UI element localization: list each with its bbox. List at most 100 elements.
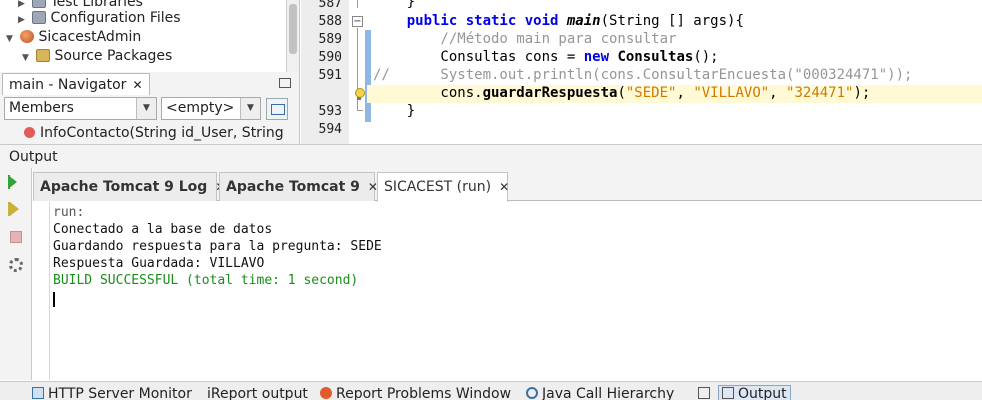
code-line: } xyxy=(373,0,415,10)
code-text: cons. xyxy=(373,85,483,101)
method-name: guardarRespuesta xyxy=(482,85,618,101)
tree-item-configuration-files[interactable]: ▶ Configuration Files xyxy=(18,9,181,28)
comment-text: //Método main para consultar xyxy=(373,31,677,47)
collapse-arrow-icon[interactable]: ▼ xyxy=(22,49,32,68)
code-editor[interactable]: − 587 588 589 590 591 593 594 } public s… xyxy=(301,0,982,144)
tab-label: Report Problems Window xyxy=(336,386,512,400)
code-line: cons.guardarRespuesta("SEDE", "VILLAVO",… xyxy=(373,85,870,101)
build-status-line: BUILD SUCCESSFUL (total time: 1 second) xyxy=(53,273,359,288)
chevron-down-icon[interactable]: ▼ xyxy=(136,98,156,119)
code-text: (String [] args){ xyxy=(600,13,744,29)
text-caret xyxy=(53,292,55,307)
code-text: ( xyxy=(617,85,626,101)
fold-line xyxy=(357,0,358,8)
tab-label: iReport output xyxy=(207,386,308,400)
output-icon xyxy=(722,387,734,399)
string-literal: "324471" xyxy=(786,85,854,101)
tab-label: Apache Tomcat 9 xyxy=(226,179,360,195)
tab-java-call-hierarchy[interactable]: Java Call Hierarchy xyxy=(526,386,674,400)
call-hierarchy-icon xyxy=(526,387,538,399)
fold-toggle-icon[interactable]: − xyxy=(352,16,363,27)
tree-item-label: Source Packages xyxy=(54,48,173,64)
console-line: Respuesta Guardada: VILLAVO xyxy=(53,256,265,271)
navigator-tab-label: main - Navigator xyxy=(9,77,127,93)
console-output[interactable]: run: Conectado a la base de datos Guarda… xyxy=(50,202,982,380)
tab-label: HTTP Server Monitor xyxy=(48,386,192,400)
http-monitor-icon xyxy=(32,387,44,399)
problems-icon xyxy=(320,387,332,399)
code-line: Consultas cons = new Consultas(); xyxy=(373,49,719,65)
tab-label: Apache Tomcat 9 Log xyxy=(40,179,208,195)
console-line: run: xyxy=(53,205,85,220)
method-icon xyxy=(24,127,35,138)
tree-scrollbar[interactable] xyxy=(286,0,299,72)
source-packages-icon xyxy=(36,49,51,62)
package-icon xyxy=(32,0,47,8)
tree-item-label: SicacestAdmin xyxy=(38,29,142,45)
rerun-with-params-button[interactable] xyxy=(8,201,24,217)
tree-item-source-packages[interactable]: ▼ Source Packages xyxy=(22,47,172,66)
rerun-params-icon xyxy=(10,202,19,216)
comment-text: // System.out.println(cons.ConsultarEncu… xyxy=(373,67,913,83)
keyword-text: new xyxy=(583,49,610,65)
tab-sicacest-run[interactable]: SICACEST (run) ✕ xyxy=(377,172,509,202)
projects-panel: ▶ Test Libraries ▶ Configuration Files ▼… xyxy=(0,0,300,72)
code-text: } xyxy=(373,0,416,10)
config-files-icon xyxy=(32,11,47,24)
change-marker xyxy=(365,30,371,122)
code-text: , xyxy=(676,85,694,101)
rerun-button[interactable] xyxy=(8,174,24,190)
line-number: 589 xyxy=(318,32,342,47)
code-line: // System.out.println(cons.ConsultarEncu… xyxy=(373,67,912,83)
scope-select[interactable]: <empty> ▼ xyxy=(161,97,261,120)
tree-item-sicacestadmin[interactable]: ▼ SicacestAdmin xyxy=(6,28,141,47)
tab-ireport-output[interactable]: iReport output xyxy=(207,386,308,400)
collapse-arrow-icon[interactable]: ▼ xyxy=(6,30,16,49)
tab-output[interactable]: Output xyxy=(718,385,791,400)
stop-button[interactable] xyxy=(8,229,24,245)
restore-windows-button[interactable] xyxy=(698,386,714,400)
window-restore-icon xyxy=(698,387,710,399)
navigator-item-label: InfoContacto(String id_User, String xyxy=(40,125,284,141)
members-filter-value: Members xyxy=(9,100,74,116)
navigator-tab[interactable]: main - Navigator ✕ xyxy=(2,73,150,95)
string-literal: "VILLAVO" xyxy=(693,85,770,101)
scope-value: <empty> xyxy=(166,100,235,116)
tab-apache-tomcat-9-log[interactable]: Apache Tomcat 9 Log✕ xyxy=(33,172,225,201)
code-text: (); xyxy=(693,49,719,65)
members-filter-select[interactable]: Members ▼ xyxy=(4,97,157,120)
line-number: 594 xyxy=(318,122,342,137)
code-line: //Método main para consultar xyxy=(373,31,676,47)
tab-http-server-monitor[interactable]: HTTP Server Monitor xyxy=(32,386,192,400)
output-window-title: Output xyxy=(0,144,982,168)
close-icon[interactable]: ✕ xyxy=(499,180,509,194)
settings-button[interactable] xyxy=(8,257,24,273)
close-icon[interactable]: ✕ xyxy=(132,78,142,92)
line-number: 591 xyxy=(318,68,342,83)
tree-item-label: Configuration Files xyxy=(50,10,181,26)
keyword-text: public static void xyxy=(373,13,567,29)
minimize-icon[interactable] xyxy=(279,78,291,88)
navigator-item-infocontacto[interactable]: InfoContacto(String id_User, String xyxy=(24,125,284,141)
scrollbar-thumb[interactable] xyxy=(289,4,297,54)
line-number: 587 xyxy=(318,0,342,11)
line-number: 590 xyxy=(318,50,342,65)
console-line: Conectado a la base de datos xyxy=(53,222,273,237)
line-number: 593 xyxy=(318,104,342,119)
rerun-params-bar xyxy=(8,202,10,216)
code-text: , xyxy=(769,85,787,101)
code-text: } xyxy=(373,103,416,119)
tab-report-problems-window[interactable]: Report Problems Window xyxy=(320,386,511,400)
tab-label: SICACEST (run) xyxy=(384,179,492,195)
lightbulb-hint-icon[interactable] xyxy=(354,88,365,100)
line-number: 588 xyxy=(318,14,342,29)
tab-apache-tomcat-9[interactable]: Apache Tomcat 9 ✕ xyxy=(219,172,378,201)
output-tab-strip: Apache Tomcat 9 Log✕ Apache Tomcat 9✕ SI… xyxy=(33,168,982,202)
chevron-down-icon[interactable]: ▼ xyxy=(240,98,260,119)
code-line: } xyxy=(373,103,415,119)
navigator-view-button[interactable] xyxy=(266,98,288,120)
rerun-bar xyxy=(8,175,10,189)
gear-icon xyxy=(9,258,23,272)
tab-label: Output xyxy=(738,386,787,400)
console-gutter xyxy=(33,202,50,380)
